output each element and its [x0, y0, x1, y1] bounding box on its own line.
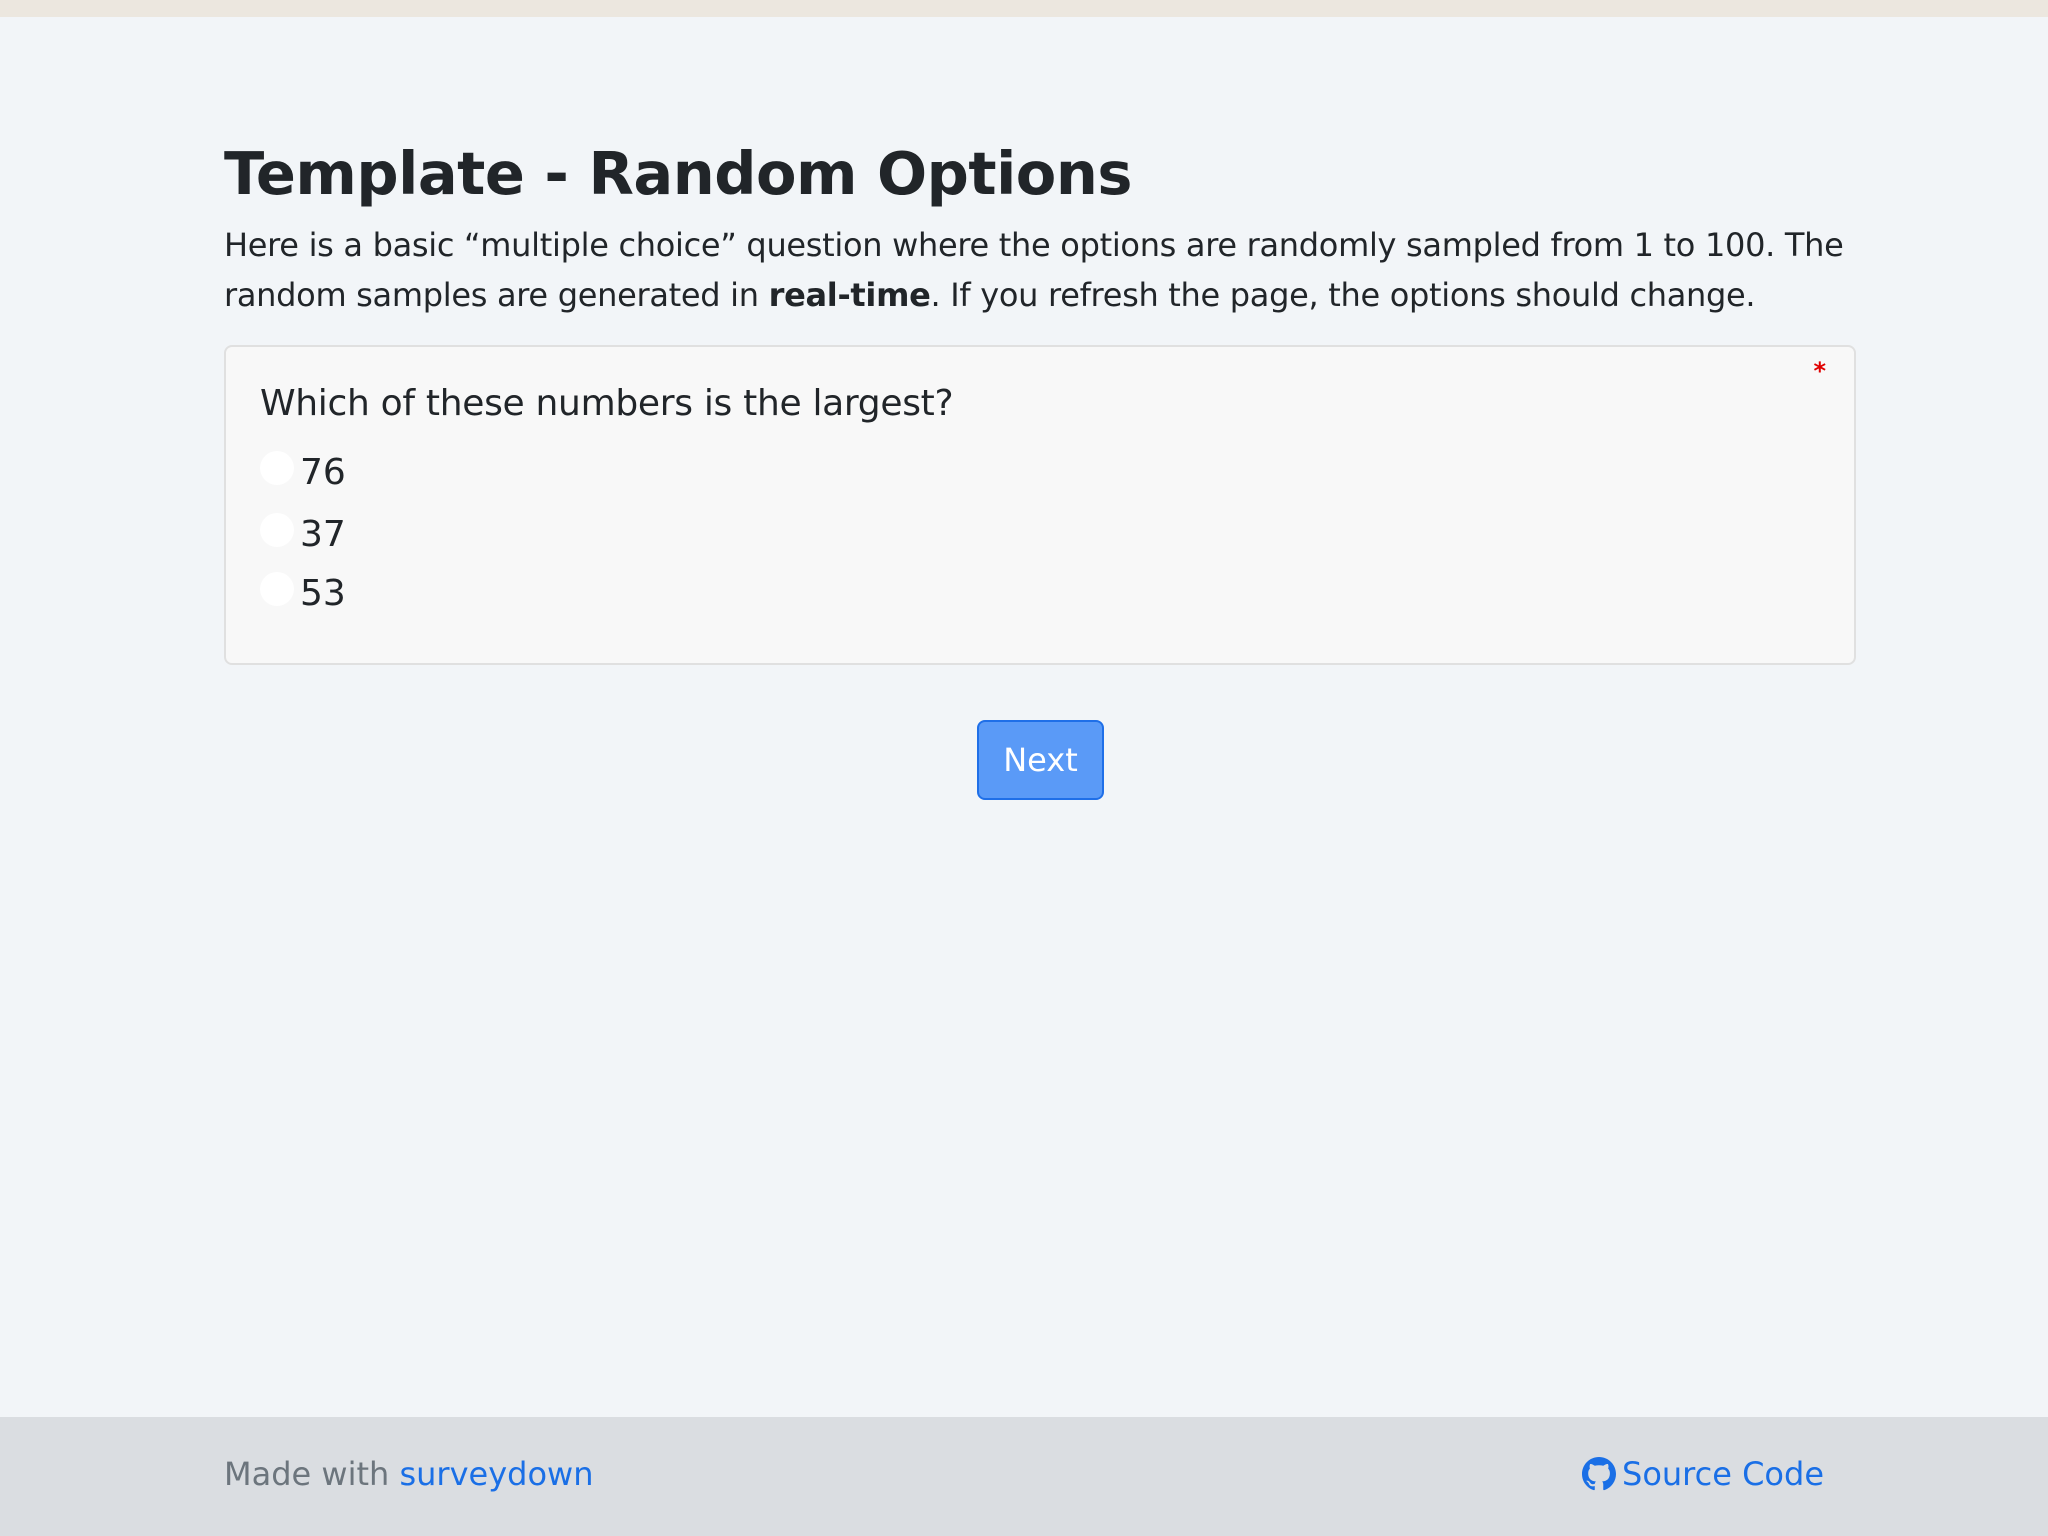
footer: Made with surveydown Source Code — [0, 1417, 2048, 1536]
question-label: Which of these numbers is the largest? — [260, 383, 954, 424]
option-label: 37 — [300, 514, 346, 555]
option-37[interactable]: 37 — [260, 511, 346, 559]
source-code-link-group[interactable]: Source Code — [1582, 1455, 1824, 1493]
radio-button[interactable] — [260, 451, 294, 485]
surveydown-link[interactable]: surveydown — [399, 1455, 593, 1493]
github-icon — [1582, 1457, 1616, 1491]
next-button[interactable]: Next — [977, 720, 1104, 800]
option-53[interactable]: 53 — [260, 570, 346, 618]
question-card: * Which of these numbers is the largest?… — [224, 345, 1856, 665]
source-code-link[interactable]: Source Code — [1622, 1455, 1824, 1493]
made-with-text: Made with — [224, 1455, 400, 1493]
required-marker: * — [1813, 357, 1826, 385]
page-title: Template - Random Options — [224, 139, 1132, 208]
top-bar — [0, 0, 2048, 17]
main-content: Template - Random Options Here is a basi… — [224, 128, 1858, 800]
radio-button[interactable] — [260, 572, 294, 606]
option-label: 76 — [300, 452, 346, 493]
intro-text: Here is a basic “multiple choice” questi… — [224, 220, 1858, 320]
radio-button[interactable] — [260, 513, 294, 547]
intro-text-bold: real-time — [768, 276, 931, 314]
option-label: 53 — [300, 573, 346, 614]
footer-credit: Made with surveydown — [224, 1455, 593, 1493]
intro-text-part2: . If you refresh the page, the options s… — [930, 276, 1756, 314]
option-76[interactable]: 76 — [260, 449, 346, 497]
